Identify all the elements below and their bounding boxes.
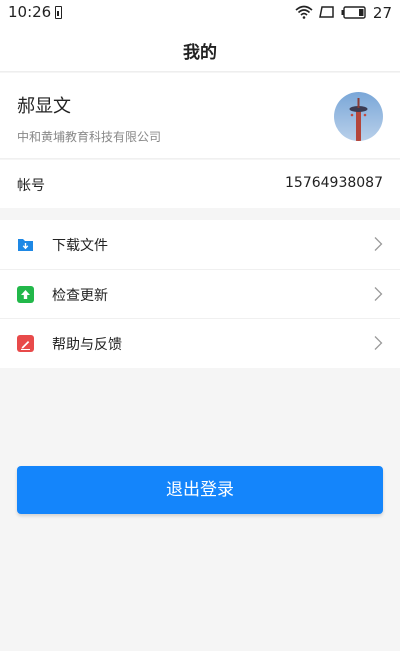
account-row: 帐号 15764938087 <box>0 160 400 208</box>
account-value: 15764938087 <box>285 175 383 191</box>
title-bar: 我的 <box>0 26 400 72</box>
pencil-icon <box>17 335 34 352</box>
menu-item-label: 检查更新 <box>52 287 108 304</box>
menu-item-label: 下载文件 <box>52 238 108 254</box>
status-icons: 27 <box>295 3 392 23</box>
battery-level: 27 <box>372 4 392 22</box>
screen-rotate-icon <box>318 4 335 23</box>
battery-saver-icon <box>55 6 62 19</box>
menu-list: 下载文件 检查更新 帮助与反馈 <box>0 220 400 368</box>
status-time: 10:26 <box>8 3 52 21</box>
chevron-right-icon <box>373 236 383 256</box>
chevron-right-icon <box>373 335 383 355</box>
avatar[interactable] <box>334 92 383 141</box>
wifi-icon <box>295 4 313 23</box>
menu-item-check-update[interactable]: 检查更新 <box>0 270 400 319</box>
user-name: 郝显文 <box>17 96 71 117</box>
chevron-right-icon <box>373 286 383 306</box>
status-bar: 10:26 27 <box>0 0 400 26</box>
battery-icon <box>341 4 367 23</box>
user-company: 中和黄埔教育科技有限公司 <box>17 130 162 144</box>
page-title: 我的 <box>183 43 217 63</box>
menu-item-download-files[interactable]: 下载文件 <box>0 220 400 270</box>
menu-item-label: 帮助与反馈 <box>52 337 122 353</box>
profile-card[interactable]: 郝显文 中和黄埔教育科技有限公司 <box>0 73 400 159</box>
upload-arrow-icon <box>17 285 34 303</box>
logout-button[interactable]: 退出登录 <box>17 466 383 514</box>
folder-download-icon <box>17 236 34 253</box>
account-label: 帐号 <box>17 178 45 194</box>
menu-item-help-feedback[interactable]: 帮助与反馈 <box>0 319 400 369</box>
